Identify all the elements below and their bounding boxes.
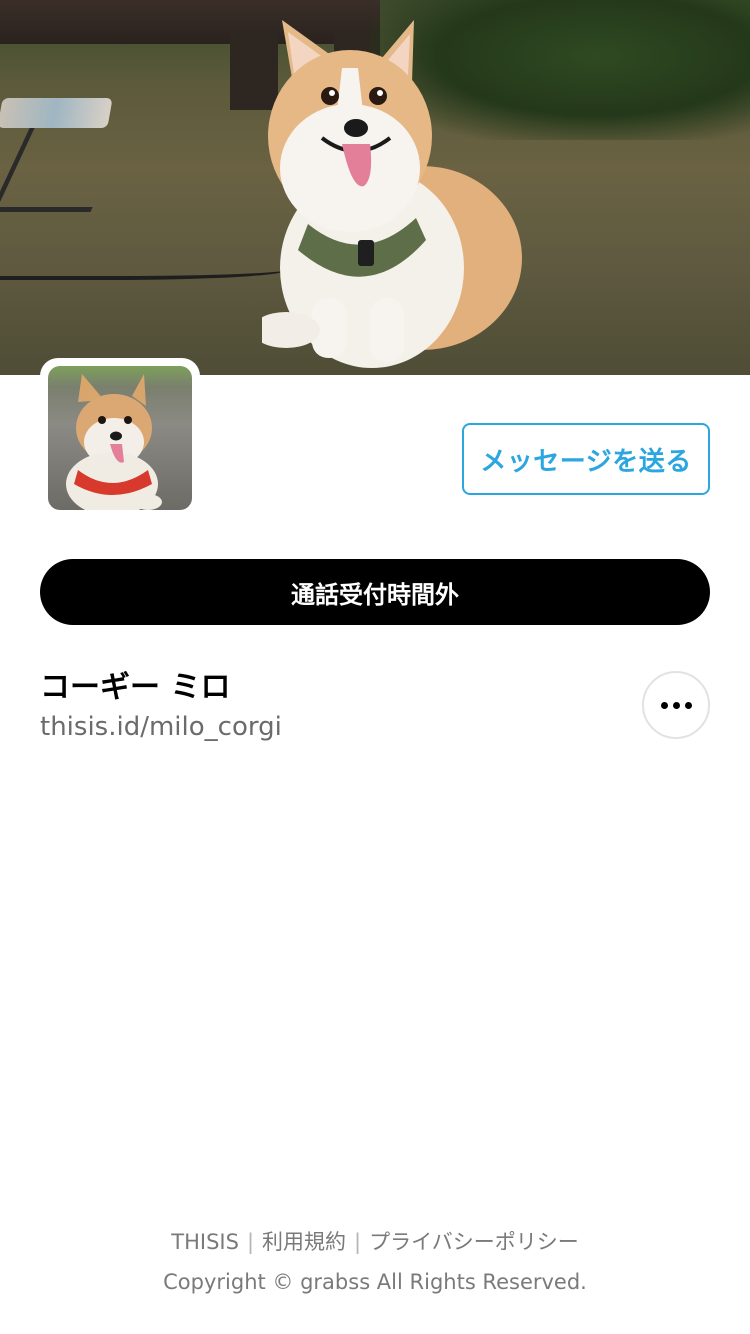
copyright-text: Copyright © grabss All Rights Reserved. — [163, 1270, 587, 1294]
send-message-label: メッセージを送る — [480, 446, 692, 477]
chair-frame — [0, 128, 130, 212]
leash — [0, 262, 290, 280]
footer-link-terms[interactable]: 利用規約 — [262, 1230, 346, 1254]
ellipsis-horizontal-icon — [660, 701, 692, 709]
profile-handle[interactable]: thisis.id/milo_corgi — [40, 712, 282, 742]
send-message-button[interactable]: メッセージを送る — [462, 423, 710, 495]
footer-separator: | — [246, 1230, 255, 1254]
footer-separator: | — [354, 1230, 362, 1254]
avatar-frame — [40, 358, 200, 518]
cover-photo — [0, 0, 750, 375]
call-status-button[interactable]: 通話受付時間外 — [40, 559, 710, 625]
footer-link-thisis[interactable]: THISIS — [171, 1230, 239, 1254]
more-options-button[interactable] — [642, 671, 710, 739]
avatar — [48, 366, 192, 510]
corgi-avatar-illustration — [66, 374, 162, 510]
profile-name: コーギー ミロ — [40, 670, 231, 705]
camping-chair — [0, 98, 113, 128]
corgi-cover-illustration — [262, 20, 522, 368]
call-status-label: 通話受付時間外 — [291, 580, 459, 609]
footer-link-privacy[interactable]: プライバシーポリシー — [369, 1230, 579, 1254]
footer-links: THISIS | 利用規約 | プライバシーポリシー — [0, 1226, 750, 1256]
